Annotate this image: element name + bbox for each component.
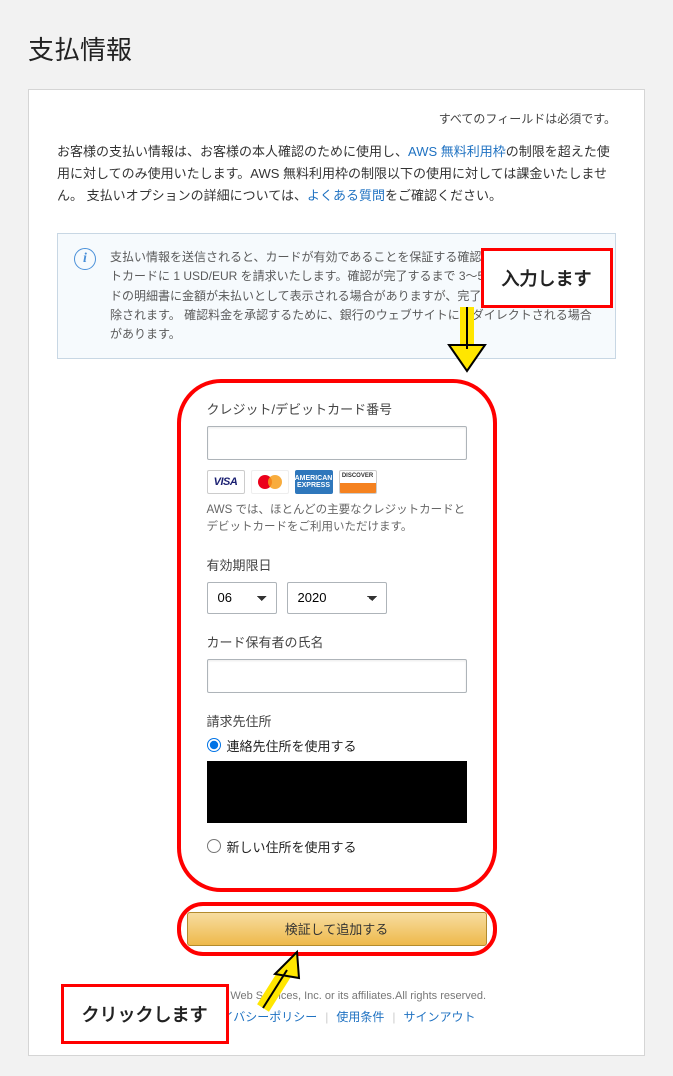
terms-link[interactable]: 使用条件 — [328, 1010, 392, 1024]
address-redacted — [207, 761, 467, 823]
visa-icon: VISA — [207, 470, 245, 494]
use-contact-address-label: 連絡先住所を使用する — [227, 736, 357, 755]
annotation-input: 入力します — [481, 248, 613, 308]
faq-link[interactable]: よくある質問 — [307, 188, 385, 203]
cardholder-input[interactable] — [207, 659, 467, 693]
arrow-down-icon — [445, 305, 489, 375]
payment-card: すべてのフィールドは必須です。 お客様の支払い情報は、お客様の本人確認のために使… — [28, 89, 645, 1056]
expiry-label: 有効期限日 — [207, 555, 467, 574]
card-logos: VISA AMERICAN EXPRESS DISCOVER — [207, 470, 467, 494]
arrow-up-icon — [253, 948, 303, 1014]
billing-label: 請求先住所 — [207, 711, 467, 730]
page-title: 支払情報 — [28, 30, 645, 67]
cardholder-label: カード保有者の氏名 — [207, 632, 467, 651]
submit-button-highlight: 検証して追加する クリックします — [177, 902, 497, 956]
info-icon: i — [74, 248, 96, 270]
intro-part3: をご確認ください。 — [385, 188, 502, 203]
new-address-label: 新しい住所を使用する — [227, 837, 357, 856]
mastercard-icon — [251, 470, 289, 494]
signout-link[interactable]: サインアウト — [396, 1010, 484, 1024]
intro-part1: お客様の支払い情報は、お客様の本人確認のために使用し、 — [57, 144, 408, 159]
new-address-radio[interactable] — [207, 839, 221, 853]
amex-icon: AMERICAN EXPRESS — [295, 470, 333, 494]
expiry-year-select[interactable]: 2020 — [287, 582, 387, 614]
use-contact-address-radio[interactable] — [207, 738, 221, 752]
required-note: すべてのフィールドは必須です。 — [57, 110, 616, 127]
card-number-label: クレジット/デビットカード番号 — [207, 399, 467, 418]
free-tier-link[interactable]: AWS 無料利用枠 — [408, 144, 506, 159]
card-note: AWS では、ほとんどの主要なクレジットカードとデビットカードをご利用いただけま… — [207, 502, 467, 537]
intro-text: お客様の支払い情報は、お客様の本人確認のために使用し、AWS 無料利用枠の制限を… — [57, 141, 616, 207]
discover-icon: DISCOVER — [339, 470, 377, 494]
expiry-month-select[interactable]: 06 — [207, 582, 277, 614]
card-number-input[interactable] — [207, 426, 467, 460]
form-area: 入力します クレジット/デビットカード番号 VISA AMERICAN EXPR… — [177, 379, 497, 892]
verify-and-add-button[interactable]: 検証して追加する — [187, 912, 487, 946]
